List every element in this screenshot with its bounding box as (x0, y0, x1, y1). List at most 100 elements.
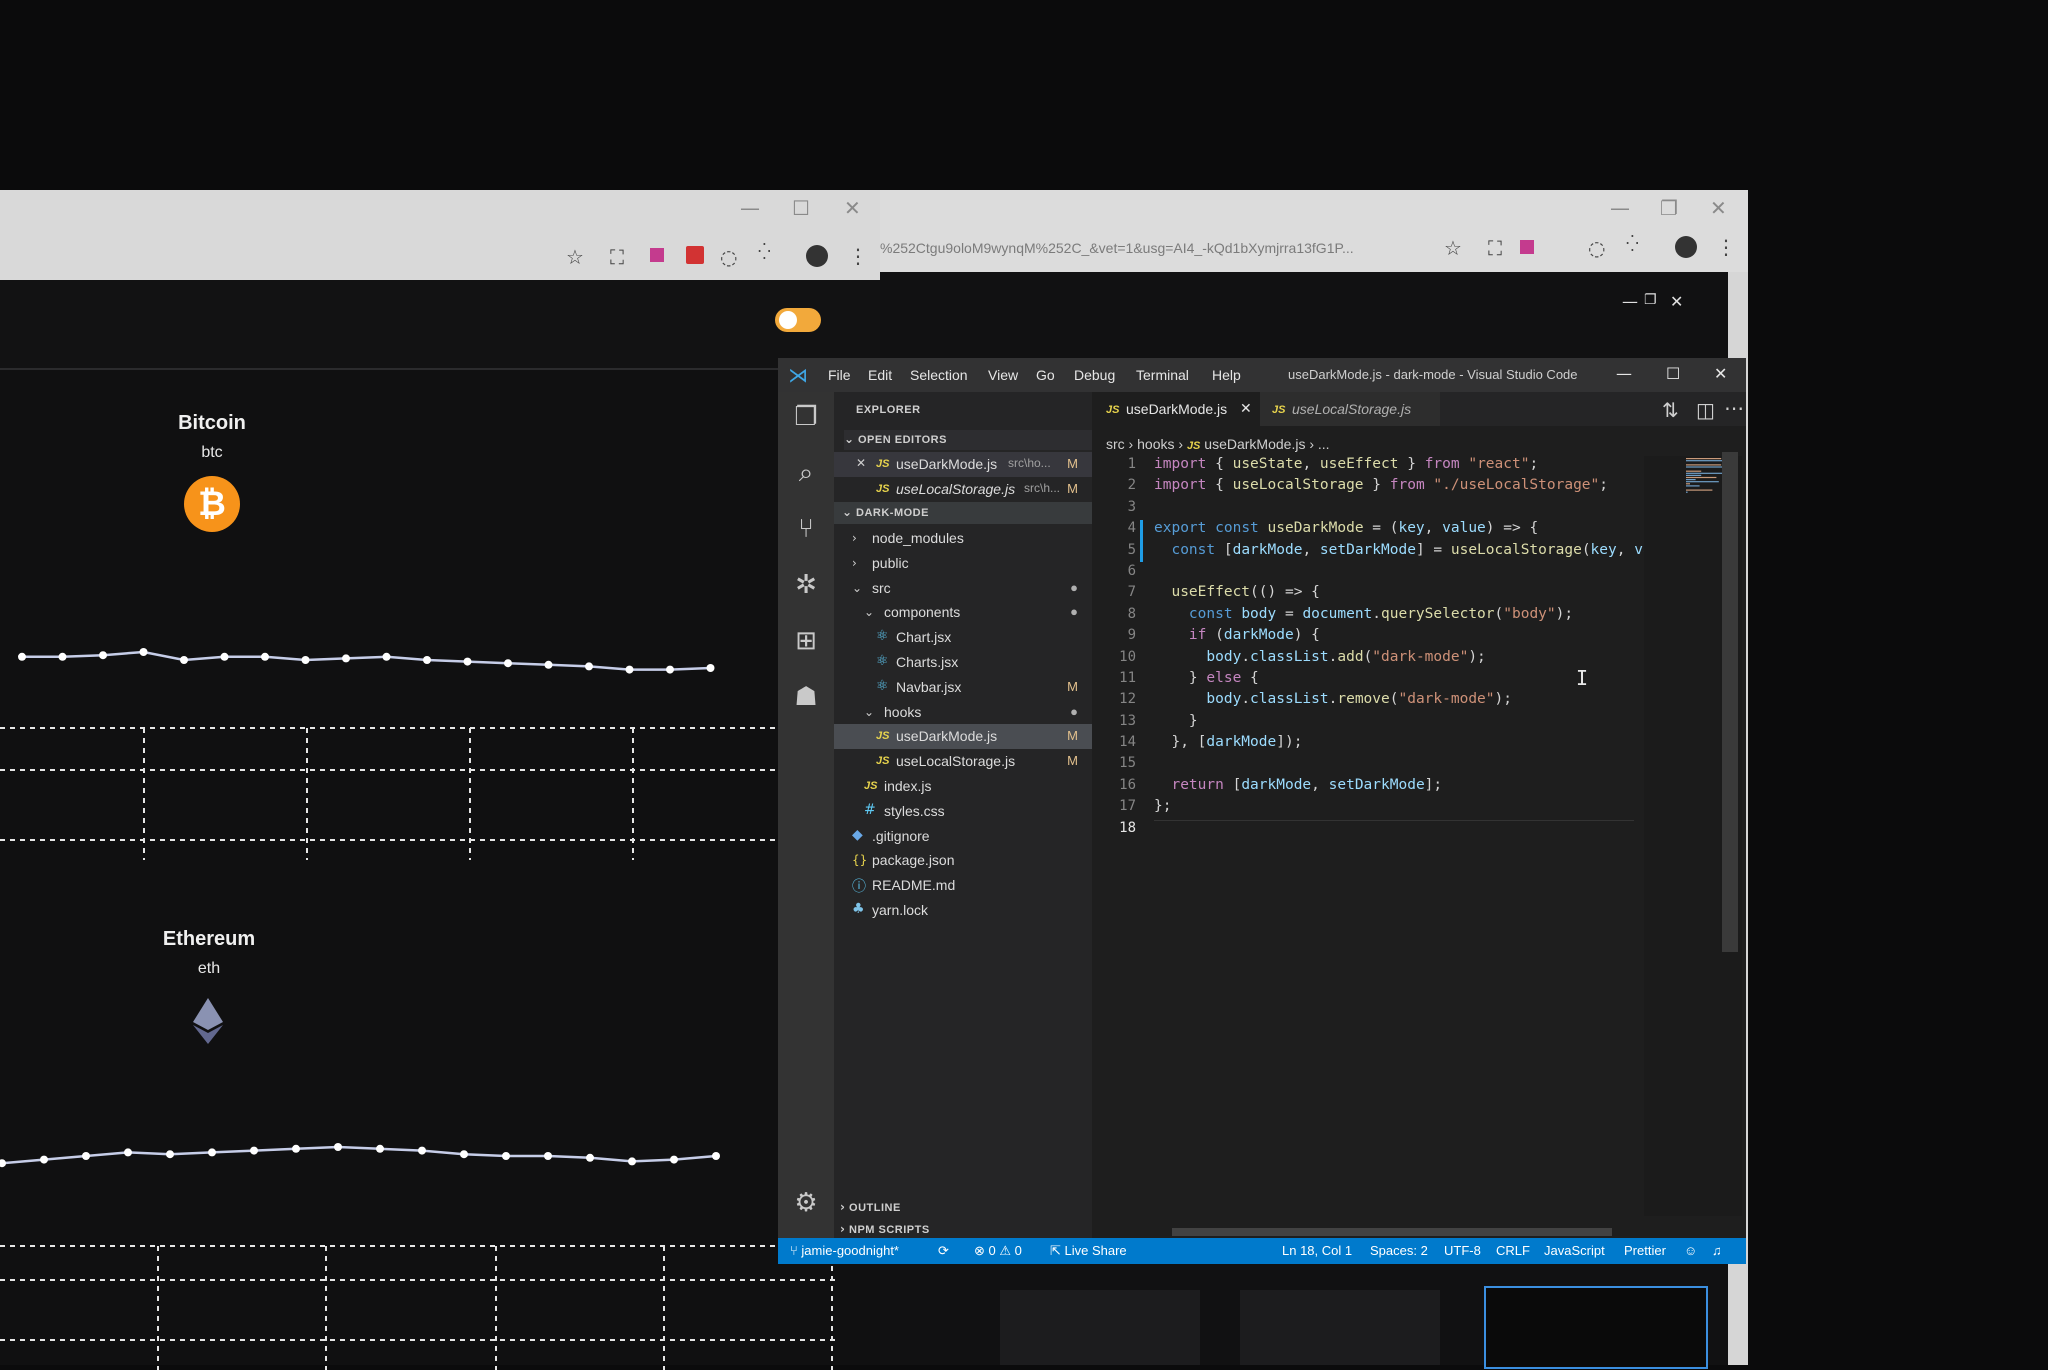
extension-red-icon[interactable] (686, 246, 704, 264)
open-editor-item[interactable]: ✕ JS useDarkMode.js src\ho... M (834, 452, 1092, 477)
open-editor-item[interactable]: JS useLocalStorage.js src\h... M (834, 477, 1092, 502)
profile-avatar[interactable] (1675, 236, 1697, 258)
project-section[interactable]: ⌄ DARK-MODE (834, 502, 1092, 524)
close-button[interactable]: ✕ (844, 196, 861, 220)
vertical-scrollbar[interactable] (1722, 452, 1738, 952)
tab-close-icon[interactable]: ✕ (1240, 400, 1252, 417)
restore-button[interactable]: ❐ (1660, 196, 1678, 220)
sparkle-icon[interactable]: ⁛ (758, 242, 771, 261)
address-bar-url[interactable]: %252Ctgu9oloM9wynqM%252C_&vet=1&usg=AI4_… (880, 240, 1440, 256)
source-control-icon[interactable]: ⑂ (788, 514, 824, 550)
menu-go[interactable]: Go (1036, 367, 1055, 383)
minimize-button[interactable]: — (1610, 196, 1630, 220)
extension-icon[interactable] (1520, 240, 1534, 254)
tree-item[interactable]: ⓘ README.md (834, 873, 1092, 898)
menu-terminal[interactable]: Terminal (1136, 367, 1189, 383)
tab-usedarkmode[interactable]: JS useDarkMode.js ✕ (1092, 392, 1260, 426)
inner-close-button[interactable]: ✕ (1670, 292, 1683, 311)
npm-scripts-section[interactable]: › NPM SCRIPTS (840, 1222, 930, 1236)
data-point (585, 662, 593, 671)
tree-item[interactable]: ♣ yarn.lock (834, 898, 1092, 923)
extension-icon[interactable] (650, 248, 664, 262)
debug-bug-icon[interactable]: ✲ (788, 570, 824, 606)
tree-item[interactable]: JS useLocalStorage.js M (834, 749, 1092, 774)
git-branch[interactable]: ⑂ jamie-goodnight* (790, 1243, 899, 1258)
formatter[interactable]: Prettier (1624, 1243, 1666, 1258)
minimize-button[interactable]: — (1616, 364, 1632, 383)
end-of-line[interactable]: CRLF (1496, 1243, 1530, 1258)
split-editor-icon[interactable]: ◫ (1696, 398, 1715, 422)
menu-view[interactable]: View (988, 367, 1018, 383)
remote-explorer-icon[interactable]: ☗ (788, 682, 824, 718)
close-button[interactable]: ✕ (1714, 364, 1727, 383)
problems-count[interactable]: ⊗ 0 ⚠ 0 (974, 1243, 1022, 1259)
tree-item[interactable]: › public (834, 551, 1092, 576)
data-point (40, 1155, 48, 1164)
tree-item[interactable]: {} package.json (834, 848, 1092, 873)
close-button[interactable]: ✕ (1710, 196, 1727, 220)
breadcrumb[interactable]: src › hooks › JS useDarkMode.js › ... (1106, 436, 1330, 452)
maximize-button[interactable]: ☐ (1666, 364, 1680, 383)
maximize-button[interactable]: ☐ (792, 196, 810, 220)
tree-item[interactable]: ⚛ Navbar.jsx M (834, 675, 1092, 700)
open-editors-section[interactable]: ⌄ OPEN EDITORS (844, 430, 1092, 450)
inner-restore-button[interactable]: ❐ (1644, 292, 1657, 308)
cursor-position[interactable]: Ln 18, Col 1 (1282, 1243, 1352, 1258)
bookmark-star-icon[interactable]: ☆ (566, 245, 584, 269)
live-share-button[interactable]: ⇱ Live Share (1050, 1243, 1127, 1259)
tree-item[interactable]: ⌄ src ● (834, 576, 1092, 601)
line-number: 9 (1127, 627, 1136, 644)
tree-item[interactable]: ⚛ Charts.jsx (834, 650, 1092, 675)
tree-item-label: node_modules (872, 530, 964, 546)
inner-minimize-button[interactable]: — (1622, 292, 1638, 311)
compare-changes-icon[interactable]: ⇅ (1662, 398, 1679, 422)
line-number: 10 (1119, 648, 1136, 665)
menu-file[interactable]: File (828, 367, 851, 383)
tree-item[interactable]: ⌄ components ● (834, 600, 1092, 625)
profile-avatar[interactable] (806, 245, 828, 267)
sparkle-icon[interactable]: ⁛ (1626, 234, 1639, 253)
notifications-bell-icon[interactable]: ♫ (1712, 1243, 1722, 1258)
menu-kebab-icon[interactable]: ⋮ (848, 244, 868, 268)
sync-icon[interactable]: ⟳ (938, 1243, 949, 1259)
file-encoding[interactable]: UTF-8 (1444, 1243, 1481, 1258)
tree-item[interactable]: JS useDarkMode.js M (834, 724, 1092, 750)
language-mode[interactable]: JavaScript (1544, 1243, 1605, 1258)
folder-open-icon: ⌄ (864, 605, 875, 620)
tree-item[interactable]: ◆ .gitignore (834, 824, 1092, 849)
screenshot-icon[interactable]: ⛶ (1488, 236, 1502, 260)
extensions-icon[interactable]: ⊞ (788, 626, 824, 662)
search-icon[interactable]: ⌕ (788, 458, 824, 494)
minimap-line (1686, 458, 1722, 460)
tree-item-label: .gitignore (872, 827, 930, 844)
explorer-files-icon[interactable]: ❐ (788, 402, 824, 438)
horizontal-scrollbar[interactable] (1172, 1228, 1612, 1236)
menu-kebab-icon[interactable]: ⋮ (1716, 235, 1736, 259)
outline-section[interactable]: › OUTLINE (840, 1200, 901, 1214)
menu-debug[interactable]: Debug (1074, 367, 1115, 383)
js-icon: JS (876, 730, 890, 743)
data-point (166, 1150, 174, 1159)
menu-edit[interactable]: Edit (868, 367, 892, 383)
indentation[interactable]: Spaces: 2 (1370, 1243, 1428, 1258)
tab-uselocalstorage[interactable]: JS useLocalStorage.js (1260, 392, 1440, 426)
settings-gear-icon[interactable]: ⚙ (788, 1188, 824, 1224)
tree-item[interactable]: ⌄ hooks ● (834, 700, 1092, 725)
circle-extension-icon[interactable]: ◌ (720, 245, 737, 269)
menu-selection[interactable]: Selection (910, 367, 968, 383)
code-content[interactable]: import { useState, useEffect } from "rea… (1154, 456, 1654, 842)
tree-item[interactable]: › node_modules (834, 526, 1092, 551)
data-point (463, 657, 472, 666)
menu-help[interactable]: Help (1212, 367, 1241, 383)
feedback-smiley-icon[interactable]: ☺ (1684, 1243, 1697, 1258)
tree-item[interactable]: # styles.css (834, 799, 1092, 824)
circle-extension-icon[interactable]: ◌ (1588, 236, 1605, 260)
tree-item[interactable]: JS index.js (834, 774, 1092, 799)
bookmark-star-icon[interactable]: ☆ (1444, 236, 1462, 260)
tree-item-label: hooks (884, 703, 922, 720)
tree-item[interactable]: ⚛ Chart.jsx (834, 625, 1092, 650)
more-actions-icon[interactable]: ⋯ (1724, 396, 1744, 420)
screenshot-icon[interactable]: ⛶ (610, 245, 624, 269)
minimize-button[interactable]: — (740, 196, 760, 220)
data-point (18, 652, 26, 661)
